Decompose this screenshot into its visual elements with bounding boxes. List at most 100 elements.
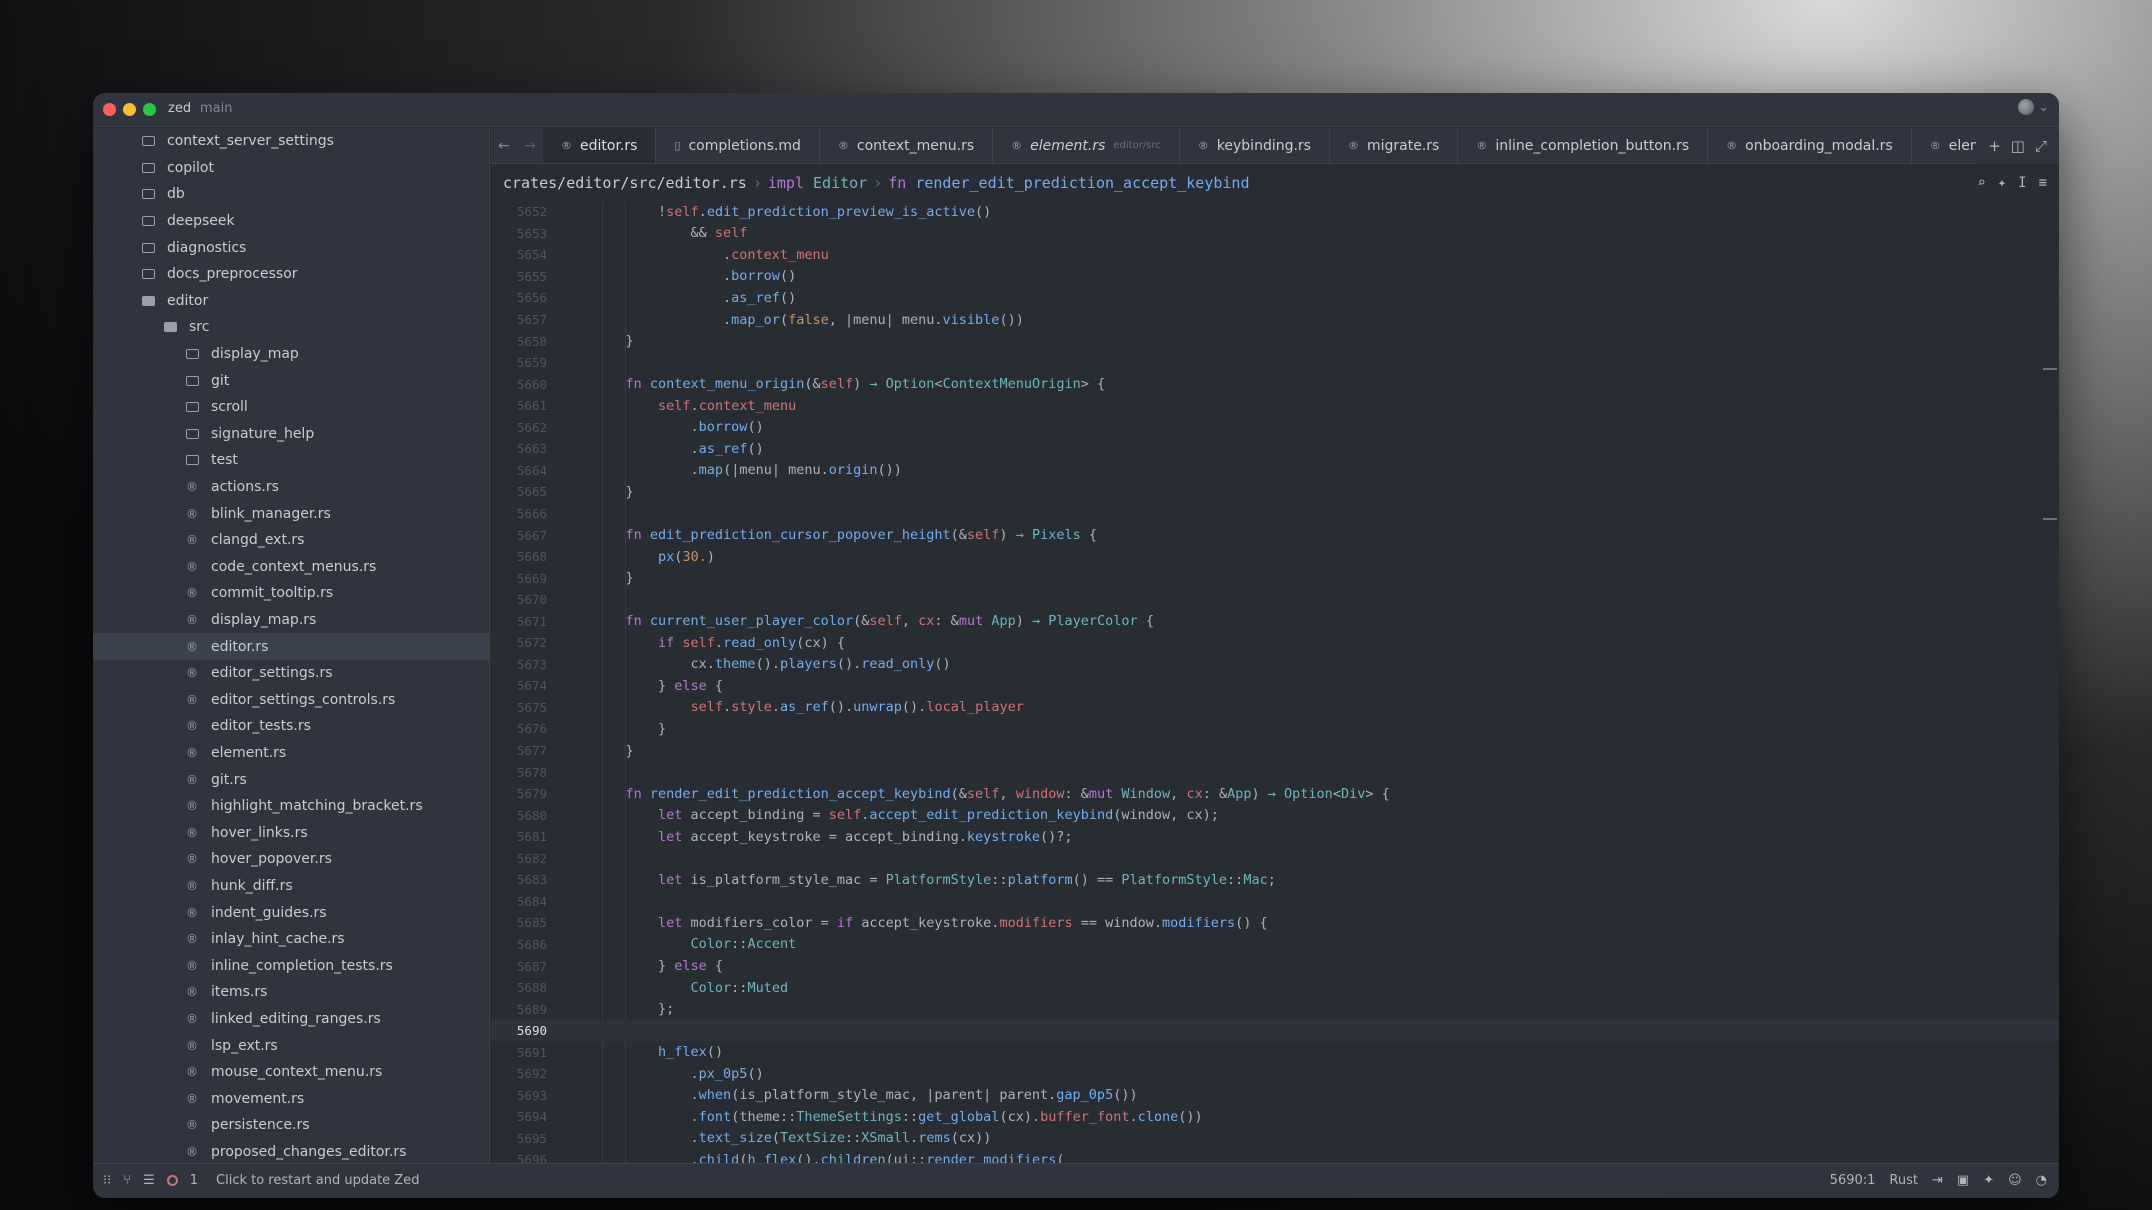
code-line[interactable]: 5683 let is_platform_style_mac = Platfor… — [491, 869, 2059, 891]
tree-folder-item[interactable]: context_server_settings — [93, 128, 489, 155]
user-menu[interactable]: ⌄ — [2018, 99, 2049, 115]
code-line[interactable]: 5684 — [491, 891, 2059, 913]
tree-folder-item[interactable]: scroll — [93, 394, 489, 421]
tree-file-item[interactable]: ® proposed_changes_editor.rs — [93, 1139, 489, 1163]
code-line[interactable]: 5693 .when(is_platform_style_mac, |paren… — [491, 1085, 2059, 1107]
tree-file-item[interactable]: ® commit_tooltip.rs — [93, 580, 489, 607]
code-line[interactable]: 5657 .map_or(false, |menu| menu.visible(… — [491, 309, 2059, 331]
code-line[interactable]: 5653 && self — [491, 223, 2059, 245]
code-line[interactable]: 5687 } else { — [491, 955, 2059, 977]
code-line[interactable]: 5675 self.style.as_ref().unwrap().local_… — [491, 697, 2059, 719]
tree-file-item[interactable]: ® element.rs — [93, 740, 489, 767]
tab-inline_completion_button-rs[interactable]: ® inline_completion_button.rs — [1458, 128, 1709, 163]
code-line[interactable]: 5665 } — [491, 481, 2059, 503]
code-line[interactable]: 5655 .borrow() — [491, 266, 2059, 288]
error-count[interactable]: 1 — [190, 1173, 198, 1188]
code-line[interactable]: 5667 fn edit_prediction_cursor_popover_h… — [491, 524, 2059, 546]
breadcrumb-impl-type[interactable]: Editor — [813, 174, 867, 192]
code-line[interactable]: 5682 — [491, 848, 2059, 870]
tree-folder-item[interactable]: signature_help — [93, 421, 489, 448]
tree-file-item[interactable]: ® hover_popover.rs — [93, 846, 489, 873]
code-line[interactable]: 5690 — [491, 1019, 2059, 1042]
code-line[interactable]: 5663 .as_ref() — [491, 438, 2059, 460]
tab-keybinding-rs[interactable]: ® keybinding.rs — [1180, 128, 1330, 163]
tree-file-item[interactable]: ® inline_completion_tests.rs — [93, 953, 489, 980]
tree-file-item[interactable]: ® linked_editing_ranges.rs — [93, 1006, 489, 1033]
tree-file-item[interactable]: ® items.rs — [93, 979, 489, 1006]
tree-folder-item[interactable]: git — [93, 367, 489, 394]
code-line[interactable]: 5678 — [491, 761, 2059, 783]
code-line[interactable]: 5689 }; — [491, 998, 2059, 1020]
tree-folder-item[interactable]: db — [93, 181, 489, 208]
collab-icon[interactable]: ☺ — [2008, 1173, 2022, 1188]
code-editor[interactable]: 5652 !self.edit_prediction_preview_is_ac… — [491, 201, 2059, 1163]
tab-context_menu-rs[interactable]: ® context_menu.rs — [820, 128, 994, 163]
tree-folder-item[interactable]: src — [93, 314, 489, 341]
tree-file-item[interactable]: ® lsp_ext.rs — [93, 1032, 489, 1059]
tree-file-item[interactable]: ® persistence.rs — [93, 1112, 489, 1139]
tree-file-item[interactable]: ® editor_settings_controls.rs — [93, 687, 489, 714]
code-line[interactable]: 5670 — [491, 589, 2059, 611]
tree-file-item[interactable]: ® display_map.rs — [93, 607, 489, 634]
project-name[interactable]: zed — [168, 101, 191, 116]
branch-name[interactable]: main — [200, 101, 232, 116]
code-line[interactable]: 5656 .as_ref() — [491, 287, 2059, 309]
assistant-panel-icon[interactable]: ✦ — [1983, 1173, 1994, 1188]
settings-sliders-icon[interactable]: ≡ — [2039, 175, 2047, 191]
code-line[interactable]: 5660 fn context_menu_origin(&self) → Opt… — [491, 373, 2059, 395]
notifications-icon[interactable]: ◔ — [2036, 1173, 2047, 1188]
code-line[interactable]: 5671 fn current_user_player_color(&self,… — [491, 610, 2059, 632]
code-line[interactable]: 5694 .font(theme::ThemeSettings::get_glo… — [491, 1106, 2059, 1128]
tree-folder-item[interactable]: copilot — [93, 155, 489, 182]
split-pane-icon[interactable]: ◫ — [2011, 137, 2025, 155]
tree-file-item[interactable]: ® code_context_menus.rs — [93, 554, 489, 581]
search-icon[interactable]: ⌕ — [1977, 175, 1985, 191]
tree-file-item[interactable]: ® highlight_matching_bracket.rs — [93, 793, 489, 820]
error-icon[interactable] — [166, 1175, 178, 1186]
tree-folder-item[interactable]: test — [93, 447, 489, 474]
tree-folder-item[interactable]: docs_preprocessor — [93, 261, 489, 288]
code-line[interactable]: 5658 } — [491, 330, 2059, 352]
tree-file-item[interactable]: ® hunk_diff.rs — [93, 873, 489, 900]
breadcrumb-path[interactable]: crates/editor/src/editor.rs — [503, 174, 747, 192]
tree-file-item[interactable]: ® editor_tests.rs — [93, 713, 489, 740]
code-line[interactable]: 5676 } — [491, 718, 2059, 740]
tree-file-item[interactable]: ® blink_manager.rs — [93, 500, 489, 527]
code-line[interactable]: 5677 } — [491, 740, 2059, 762]
code-line[interactable]: 5679 fn render_edit_prediction_accept_ke… — [491, 783, 2059, 805]
tab-editor-rs[interactable]: ® editor.rs — [543, 128, 657, 163]
maximize-icon[interactable]: ⤢ — [2035, 137, 2047, 155]
tree-folder-item[interactable]: display_map — [93, 341, 489, 368]
code-line[interactable]: 5691 h_flex() — [491, 1041, 2059, 1063]
code-line[interactable]: 5652 !self.edit_prediction_preview_is_ac… — [491, 201, 2059, 223]
code-line[interactable]: 5674 } else { — [491, 675, 2059, 697]
code-line[interactable]: 5664 .map(|menu| menu.origin()) — [491, 460, 2059, 482]
close-window-button[interactable] — [103, 103, 116, 116]
plus-icon[interactable]: + — [1988, 137, 2001, 155]
code-line[interactable]: 5659 — [491, 352, 2059, 374]
code-line[interactable]: 5688 Color::Muted — [491, 977, 2059, 999]
scrollbar-thumb[interactable] — [2043, 518, 2057, 520]
code-line[interactable]: 5681 let accept_keystroke = accept_bindi… — [491, 826, 2059, 848]
code-line[interactable]: 5685 let modifiers_color = if accept_key… — [491, 912, 2059, 934]
code-line[interactable]: 5696 .child (h_flex().children(ui::render… — [491, 1149, 2059, 1163]
tree-folder-item[interactable]: deepseek — [93, 208, 489, 235]
tree-file-item[interactable]: ® hover_links.rs — [93, 820, 489, 847]
project-panel-toggle-icon[interactable]: ⁝⁝ — [103, 1173, 111, 1188]
git-branch-icon[interactable]: ⑂ — [123, 1173, 131, 1188]
scrollbar-marker[interactable] — [2043, 368, 2057, 370]
code-line[interactable]: 5662 .borrow() — [491, 417, 2059, 439]
outline-icon[interactable]: ☰ — [143, 1173, 155, 1188]
tree-file-item[interactable]: ® actions.rs — [93, 474, 489, 501]
breadcrumb-fn-name[interactable]: render_edit_prediction_accept_keybind — [915, 174, 1249, 192]
code-line[interactable]: 5654 .context_menu — [491, 244, 2059, 266]
code-line[interactable]: 5686 Color::Accent — [491, 934, 2059, 956]
tab-completions-md[interactable]: ▯ completions.md — [656, 128, 820, 163]
code-line[interactable]: 5673 cx.theme().players().read_only() — [491, 654, 2059, 676]
breadcrumb[interactable]: crates/editor/src/editor.rs › impl Edito… — [491, 165, 2059, 201]
tree-file-item[interactable]: ® editor_settings.rs — [93, 660, 489, 687]
code-line[interactable]: 5672 if self.read_only(cx) { — [491, 632, 2059, 654]
code-line[interactable]: 5692 .px_0p5() — [491, 1063, 2059, 1085]
code-line[interactable]: 5661 self.context_menu — [491, 395, 2059, 417]
code-line[interactable]: 5666 — [491, 503, 2059, 525]
